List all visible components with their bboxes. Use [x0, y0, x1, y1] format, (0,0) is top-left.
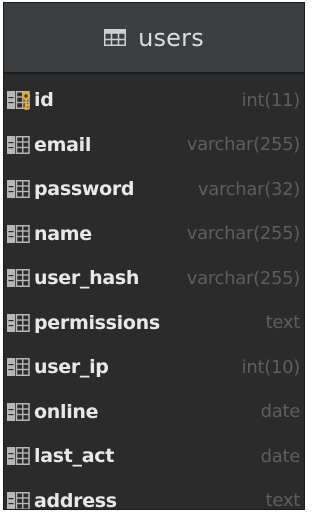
column-type: varchar(255)	[186, 134, 301, 156]
column-icon	[7, 267, 31, 289]
table-row[interactable]: name varchar(255)	[4, 212, 304, 257]
table-row[interactable]: last_act date	[4, 434, 304, 479]
column-icon	[7, 178, 31, 200]
column-icon	[7, 223, 31, 245]
column-type: text	[265, 490, 301, 510]
column-name: address	[34, 489, 117, 510]
column-type: varchar(255)	[186, 267, 301, 289]
column-name: name	[34, 222, 92, 245]
table-header[interactable]: users	[4, 3, 304, 72]
column-icon	[7, 312, 31, 334]
column-type: text	[265, 312, 301, 334]
column-type: int(11)	[241, 89, 301, 111]
column-icon	[7, 401, 31, 423]
table-name: users	[138, 23, 204, 52]
column-list: id int(11) email varchar(255) password varcha…	[4, 74, 304, 510]
column-name: email	[34, 133, 92, 156]
column-type: date	[260, 445, 301, 467]
table-row[interactable]: permissions text	[4, 301, 304, 346]
primary-key-column-icon	[7, 89, 31, 111]
column-icon	[7, 490, 31, 509]
column-name: user_hash	[34, 267, 140, 290]
column-name: permissions	[34, 311, 160, 334]
column-name: online	[34, 400, 99, 423]
table-row[interactable]: online date	[4, 390, 304, 435]
column-icon	[7, 445, 31, 467]
table-row[interactable]: user_ip int(10)	[4, 345, 304, 390]
column-name: password	[34, 178, 135, 201]
column-name: last_act	[34, 445, 114, 468]
column-type: int(10)	[241, 356, 301, 378]
column-type: varchar(255)	[186, 223, 301, 245]
table-row[interactable]: id int(11)	[4, 78, 304, 123]
column-name: id	[34, 89, 54, 112]
table-row[interactable]: email varchar(255)	[4, 123, 304, 168]
table-row[interactable]: address text	[4, 479, 304, 510]
table-row[interactable]: password varchar(32)	[4, 167, 304, 212]
column-type: date	[260, 401, 301, 423]
column-icon	[7, 356, 31, 378]
db-table-card[interactable]: users id int(11) email varchar(255) password…	[3, 2, 305, 510]
column-type: varchar(32)	[197, 178, 300, 200]
column-name: user_ip	[34, 356, 109, 379]
table-icon	[104, 29, 127, 46]
table-row[interactable]: user_hash varchar(255)	[4, 256, 304, 301]
column-icon	[7, 134, 31, 156]
